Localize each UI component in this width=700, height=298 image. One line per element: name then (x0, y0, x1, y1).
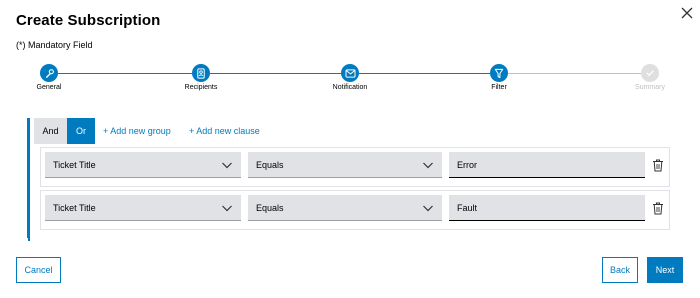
stepper-connector (210, 73, 341, 74)
field-select-value: Ticket Title (53, 202, 96, 213)
step-filter[interactable] (490, 64, 508, 82)
filter-rule-row: Ticket Title Equals Fault (40, 190, 670, 230)
step-notification[interactable] (341, 64, 359, 82)
add-new-group-link[interactable]: + Add new group (103, 126, 171, 136)
chevron-down-icon (222, 162, 232, 169)
field-select[interactable]: Ticket Title (45, 195, 241, 221)
step-summary (641, 64, 659, 82)
operator-select-value: Equals (256, 159, 284, 170)
checkmark-icon (646, 70, 654, 77)
operator-select[interactable]: Equals (248, 152, 442, 178)
chevron-down-icon (222, 205, 232, 212)
back-button[interactable]: Back (602, 257, 638, 283)
step-label-recipients: Recipients (184, 84, 218, 91)
operator-select-value: Equals (256, 202, 284, 213)
filter-rule-row: Ticket Title Equals Error (40, 147, 670, 187)
value-input-text: Fault (457, 202, 478, 213)
envelope-icon (345, 68, 355, 78)
step-general[interactable] (40, 64, 58, 82)
contact-card-icon (197, 67, 205, 79)
step-recipients[interactable] (192, 64, 210, 82)
dialog-title: Create Subscription (16, 12, 161, 29)
add-new-clause-link[interactable]: + Add new clause (189, 126, 260, 136)
stepper-connector (58, 73, 192, 74)
trash-icon[interactable] (652, 159, 664, 172)
wrench-icon (45, 68, 54, 78)
field-select-value: Ticket Title (53, 159, 96, 170)
step-label-general: General (36, 84, 62, 91)
trash-icon[interactable] (652, 202, 664, 215)
stepper-connector (359, 73, 490, 74)
close-icon[interactable] (680, 6, 694, 20)
value-input[interactable]: Fault (449, 195, 645, 221)
step-label-notification: Notification (332, 84, 368, 91)
chevron-down-icon (423, 162, 433, 169)
cancel-button[interactable]: Cancel (16, 257, 61, 283)
operator-select[interactable]: Equals (248, 195, 442, 221)
value-input[interactable]: Error (449, 152, 645, 178)
operator-or-toggle[interactable]: Or (67, 118, 95, 144)
mandatory-note: (*) Mandatory Field (16, 40, 93, 50)
step-label-filter: Filter (491, 84, 507, 91)
step-label-summary: Summary (635, 84, 665, 91)
chevron-down-icon (423, 205, 433, 212)
next-button[interactable]: Next (647, 257, 683, 283)
progress-stepper: General Recipients Notification Filter S… (0, 62, 700, 96)
group-end-marker (28, 237, 30, 241)
operator-and-toggle[interactable]: And (34, 118, 67, 144)
stepper-connector (508, 73, 641, 74)
filter-group-indicator (27, 118, 30, 238)
field-select[interactable]: Ticket Title (45, 152, 241, 178)
funnel-icon (494, 68, 504, 78)
value-input-text: Error (457, 159, 477, 170)
